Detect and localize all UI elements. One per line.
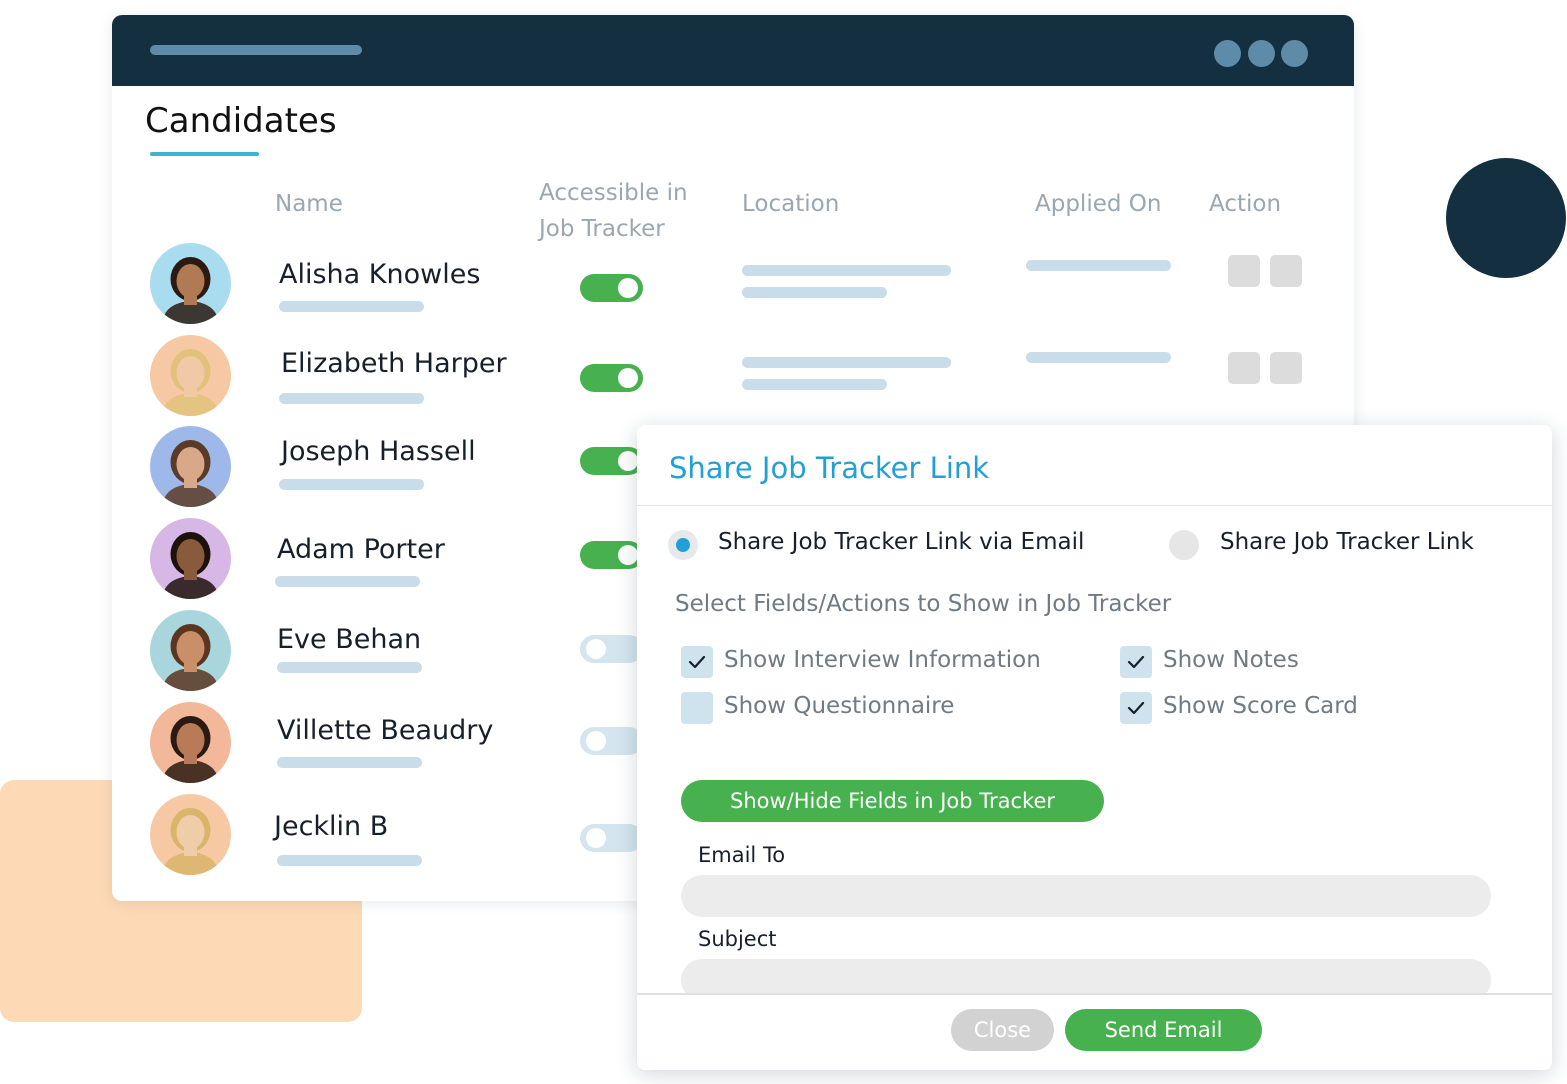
name-placeholder-bar: [275, 576, 420, 587]
option-label-via-email[interactable]: Share Job Tracker Link via Email: [718, 529, 1084, 555]
name-placeholder-bar: [277, 757, 422, 768]
candidate-name[interactable]: Alisha Knowles: [279, 259, 480, 290]
accessible-toggle[interactable]: [580, 541, 643, 569]
option-label-link[interactable]: Share Job Tracker Link: [1220, 529, 1474, 555]
window-titlebar: [112, 15, 1354, 86]
avatar: [150, 518, 231, 599]
toggle-knob: [586, 731, 606, 751]
toggle-knob: [586, 828, 606, 848]
name-placeholder-bar: [277, 662, 422, 673]
checkbox-label-score-card: Show Score Card: [1163, 693, 1358, 719]
page-title: Candidates: [145, 101, 337, 141]
location-placeholder-bar: [742, 287, 887, 298]
avatar: [150, 426, 231, 507]
modal-divider: [637, 505, 1552, 506]
checkbox-label-notes: Show Notes: [1163, 647, 1299, 673]
action-button-2[interactable]: [1270, 255, 1302, 287]
accessible-toggle[interactable]: [580, 727, 643, 755]
titlebar-placeholder: [150, 45, 362, 55]
location-placeholder-bar: [742, 357, 951, 368]
avatar: [150, 794, 231, 875]
close-button[interactable]: Close: [951, 1009, 1054, 1051]
radio-share-link[interactable]: [1169, 530, 1199, 560]
window-dot-1[interactable]: [1214, 40, 1241, 67]
accessible-toggle[interactable]: [580, 447, 643, 475]
checkbox-score-card[interactable]: [1120, 692, 1152, 724]
accessible-toggle[interactable]: [580, 824, 643, 852]
show-hide-fields-button[interactable]: Show/Hide Fields in Job Tracker: [681, 780, 1104, 822]
toggle-knob: [618, 451, 638, 471]
action-button-1[interactable]: [1228, 352, 1260, 384]
checkbox-questionnaire[interactable]: [681, 692, 713, 724]
checkbox-label-questionnaire: Show Questionnaire: [724, 693, 955, 719]
accessible-toggle[interactable]: [580, 274, 643, 302]
modal-footer: Close Send Email: [637, 993, 1552, 1070]
toggle-knob: [586, 639, 606, 659]
fields-section-label: Select Fields/Actions to Show in Job Tra…: [675, 591, 1172, 617]
check-icon: [1127, 655, 1145, 669]
modal-title: Share Job Tracker Link: [669, 451, 990, 485]
checkbox-label-interview-info: Show Interview Information: [724, 647, 1041, 673]
column-header-action: Action: [1209, 191, 1282, 217]
applied-on-placeholder-bar: [1026, 352, 1171, 363]
toggle-knob: [618, 368, 638, 388]
checkbox-notes[interactable]: [1120, 646, 1152, 678]
column-header-name: Name: [275, 191, 343, 217]
check-icon: [1127, 701, 1145, 715]
share-job-tracker-modal: Share Job Tracker Link Share Job Tracker…: [637, 425, 1552, 1070]
candidate-name[interactable]: Joseph Hassell: [281, 436, 476, 467]
applied-on-placeholder-bar: [1026, 260, 1171, 271]
window-dot-3[interactable]: [1281, 40, 1308, 67]
avatar: [150, 335, 231, 416]
avatar: [150, 243, 231, 324]
checkbox-interview-info[interactable]: [681, 646, 713, 678]
decorative-dark-circle: [1446, 158, 1566, 278]
candidate-name[interactable]: Jecklin B: [274, 811, 388, 842]
toggle-knob: [618, 278, 638, 298]
radio-share-via-email[interactable]: [668, 530, 698, 560]
location-placeholder-bar: [742, 265, 951, 276]
toggle-knob: [618, 545, 638, 565]
title-underline: [150, 152, 259, 156]
candidate-name[interactable]: Elizabeth Harper: [281, 348, 507, 379]
column-header-accessible: Accessible in Job Tracker: [539, 180, 688, 242]
check-icon: [688, 655, 706, 669]
action-button-1[interactable]: [1228, 255, 1260, 287]
avatar: [150, 610, 231, 691]
accessible-toggle[interactable]: [580, 364, 643, 392]
candidate-name[interactable]: Eve Behan: [277, 624, 421, 655]
subject-label: Subject: [698, 927, 777, 951]
name-placeholder-bar: [279, 479, 424, 490]
send-email-button[interactable]: Send Email: [1065, 1009, 1262, 1051]
name-placeholder-bar: [279, 301, 424, 312]
column-header-location: Location: [742, 191, 840, 217]
window-dot-2[interactable]: [1248, 40, 1275, 67]
email-to-label: Email To: [698, 843, 786, 867]
name-placeholder-bar: [279, 393, 424, 404]
table-row[interactable]: Alisha Knowles: [112, 243, 1354, 325]
action-button-2[interactable]: [1270, 352, 1302, 384]
location-placeholder-bar: [742, 379, 887, 390]
accessible-toggle[interactable]: [580, 635, 643, 663]
avatar: [150, 702, 231, 783]
column-header-applied-on: Applied On: [1035, 191, 1162, 217]
name-placeholder-bar: [277, 855, 422, 866]
table-row[interactable]: Elizabeth Harper: [112, 335, 1354, 417]
email-to-input[interactable]: [681, 875, 1491, 917]
candidate-name[interactable]: Adam Porter: [277, 534, 445, 565]
candidate-name[interactable]: Villette Beaudry: [277, 715, 493, 746]
